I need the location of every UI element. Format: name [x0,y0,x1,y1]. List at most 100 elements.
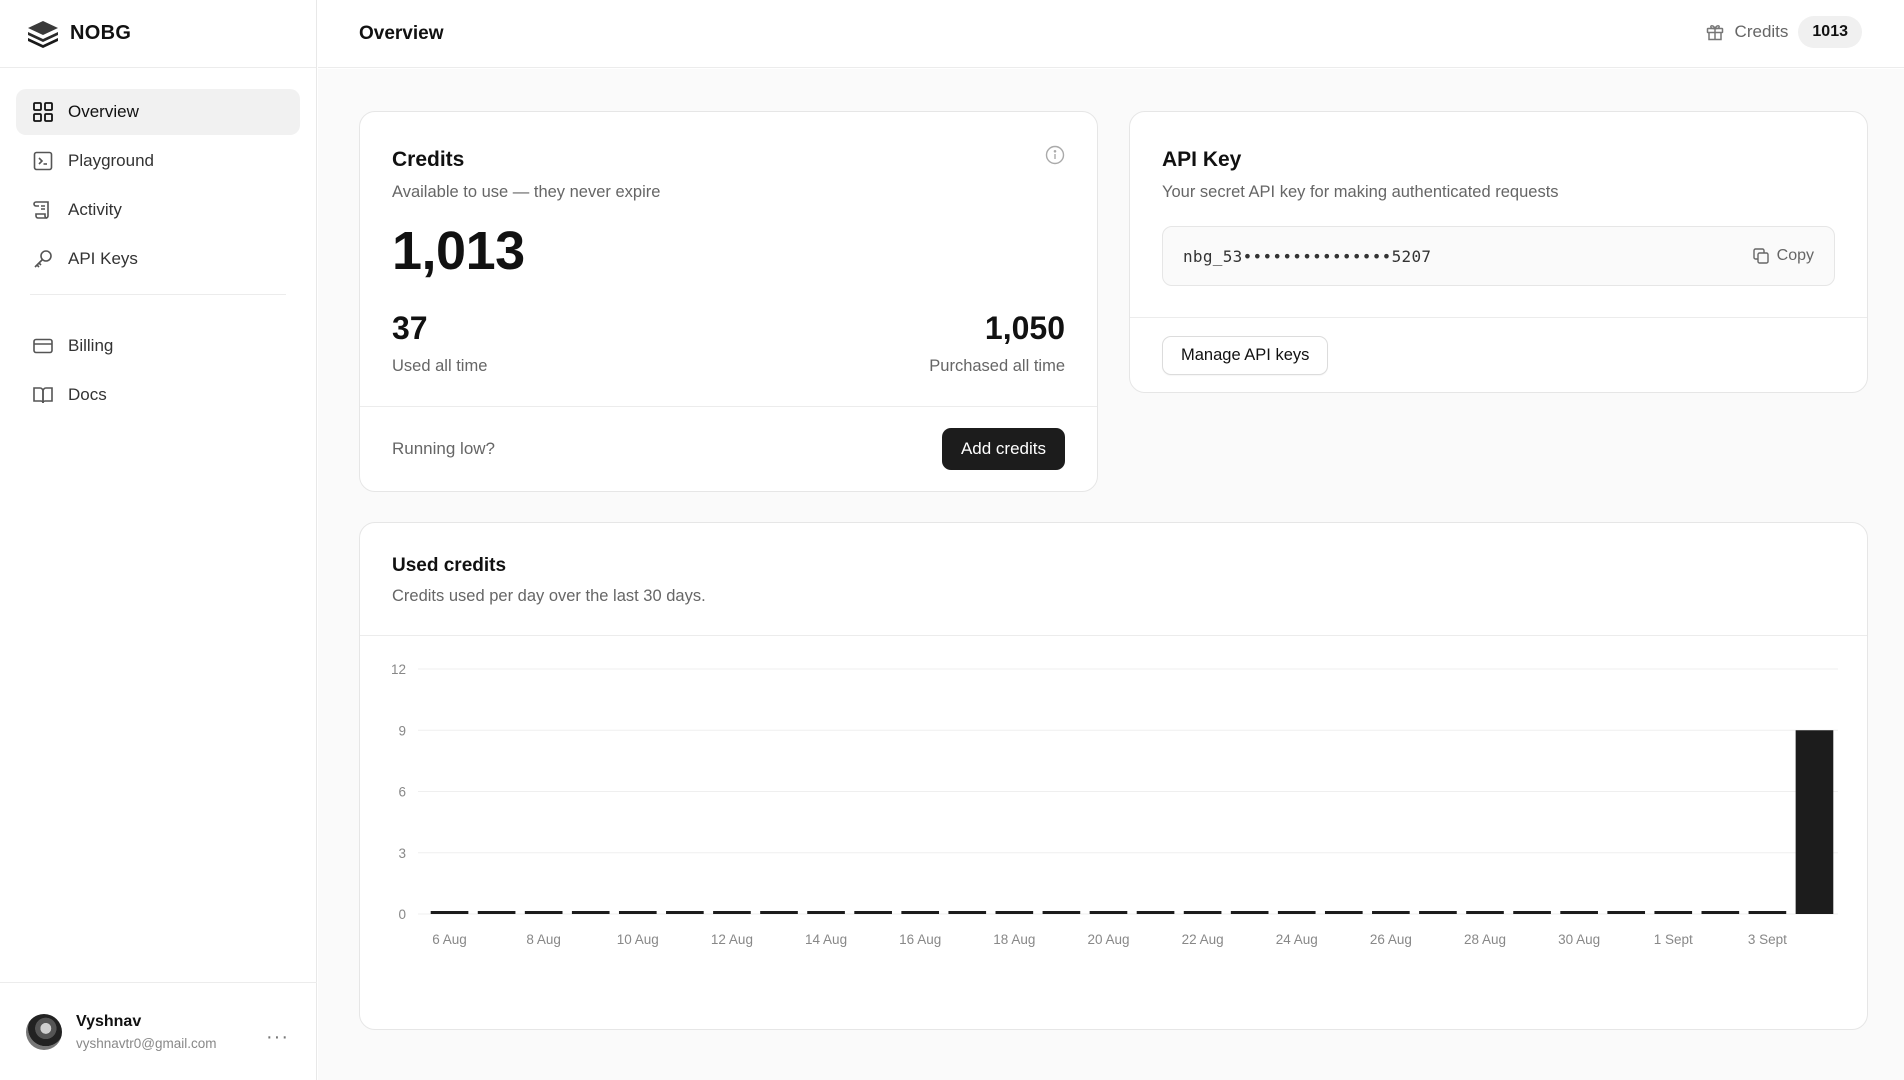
key-icon [34,250,52,268]
chart-bar[interactable] [1701,911,1740,914]
used-credits-title: Used credits [392,555,507,576]
api-card-title: API Key [1162,148,1242,171]
user-profile[interactable]: Vyshnav vyshnavtr0@gmail.com ··· [0,982,317,1080]
terminal-icon [33,151,53,171]
chart-bar[interactable] [1560,911,1598,914]
chart-bar[interactable] [666,911,704,914]
y-tick-label: 9 [398,723,406,738]
chart-bar[interactable] [1607,911,1646,914]
chart-bar[interactable] [713,911,751,914]
used-credits-card: Used credits Credits used per day over t… [359,522,1868,1030]
main-content: Credits Available to use — they never ex… [318,69,1904,1080]
chart-bar[interactable] [1136,911,1175,914]
chart-bar[interactable] [477,911,516,914]
purchased-value: 1,050 [984,310,1065,346]
sidebar-nav: Overview Playground Activity API Keys Bi… [0,68,316,418]
brand[interactable]: NOBG [0,0,316,68]
chart-bar[interactable] [1748,911,1787,914]
copy-icon [1752,248,1769,264]
chart-bar[interactable] [1654,911,1693,914]
used-value: 37 [392,310,428,346]
y-tick-label: 12 [391,662,406,677]
add-credits-button[interactable]: Add credits [941,428,1065,470]
header-credits-label: Credits [1734,22,1789,41]
chart-bar[interactable] [1230,911,1269,914]
user-name: Vyshnav [76,1012,142,1030]
chart-bar[interactable] [1042,911,1081,914]
top-header: Overview Credits 1013 [318,0,1904,68]
x-tick-label: 6 Aug [432,932,467,947]
grid-icon [33,102,53,122]
x-tick-label: 1 Sept [1654,932,1693,947]
credits-badge: 1013 [1798,16,1862,48]
api-key-card: API Key Your secret API key for making a… [1129,111,1868,393]
chart-bar[interactable] [1277,911,1316,914]
api-card-subtitle: Your secret API key for making authentic… [1162,183,1559,201]
used-label: Used all time [392,357,488,375]
x-tick-label: 24 Aug [1276,932,1318,947]
manage-api-keys-button[interactable]: Manage API keys [1162,336,1329,375]
credits-card-header: Credits Available to use — they never ex… [360,112,1097,282]
chart-bar[interactable] [524,911,563,914]
chart-bar[interactable] [995,911,1034,914]
sidebar-item-label: API Keys [68,249,138,268]
header-credits: Credits 1013 [1705,16,1862,48]
sidebar-item-playground[interactable]: Playground [16,138,300,184]
gift-icon [1706,25,1723,41]
credits-card-subtitle: Available to use — they never expire [392,183,661,201]
chart-bar[interactable] [1372,911,1410,914]
chart-bar[interactable] [901,911,940,914]
book-icon [33,387,53,404]
running-low-text: Running low? [392,439,496,458]
chart-bar[interactable] [618,911,657,914]
api-card-header: API Key Your secret API key for making a… [1130,112,1867,202]
used-credits-chart: 0 3 6 9 12 6 Aug 8 Aug 10 Aug 12 Aug 14 Aug 16 Aug… [391,662,1838,947]
api-card-footer: Manage API keys [1130,317,1867,392]
info-icon[interactable] [1045,145,1065,165]
used-stat: 37 Used all time [392,310,487,376]
y-tick-label: 6 [398,785,406,800]
y-tick-label: 3 [398,846,406,861]
x-tick-label: 28 Aug [1464,932,1506,947]
chart-bar[interactable] [948,911,987,914]
chart-bar[interactable] [1419,911,1457,914]
x-tick-label: 16 Aug [899,932,941,947]
x-tick-label: 8 Aug [526,932,561,947]
user-info: Vyshnav vyshnavtr0@gmail.com [76,1013,217,1051]
sidebar-item-label: Overview [68,102,139,121]
x-tick-label: 18 Aug [993,932,1035,947]
chart-bar[interactable] [760,911,798,914]
sidebar-item-activity[interactable]: Activity [16,187,300,233]
sidebar-item-overview[interactable]: Overview [16,89,300,135]
layers-logo-icon [28,20,58,48]
sidebar-item-label: Playground [68,151,155,170]
sidebar-item-billing[interactable]: Billing [16,323,300,369]
chart-bar[interactable] [1466,911,1504,914]
used-credits-header: Used credits Credits used per day over t… [360,523,1867,636]
brand-name: NOBG [70,22,132,44]
chart-bar[interactable] [1089,911,1128,914]
more-options-icon[interactable]: ··· [266,1026,289,1049]
x-tick-label: 22 Aug [1182,932,1224,947]
chart-bar[interactable] [571,911,610,914]
used-credits-subtitle: Credits used per day over the last 30 da… [392,587,706,605]
available-credits: 1,013 [392,221,525,281]
chart-bar[interactable] [1795,730,1834,914]
credits-card-footer: Running low? Add credits [360,406,1097,491]
api-key-value: nbg_53•••••••••••••••5207 [1183,246,1432,266]
sidebar-item-docs[interactable]: Docs [16,372,300,418]
copy-button[interactable]: Copy [1752,247,1814,265]
chart-bar[interactable] [1513,911,1551,914]
sidebar-item-label: Billing [68,336,114,355]
copy-label: Copy [1776,247,1814,264]
sidebar-item-api-keys[interactable]: API Keys [16,236,300,282]
credits-stats: 37 Used all time 1,050 Purchased all tim… [360,282,1097,376]
chart-bar[interactable] [1324,911,1363,914]
y-tick-label: 0 [398,907,406,922]
chart-bar[interactable] [1183,911,1222,914]
credits-card-title: Credits [392,148,465,171]
chart-bar[interactable] [807,911,845,914]
chart-bar[interactable] [430,911,469,914]
api-key-field[interactable]: nbg_53•••••••••••••••5207 Copy [1162,226,1835,286]
chart-bar[interactable] [854,911,892,914]
